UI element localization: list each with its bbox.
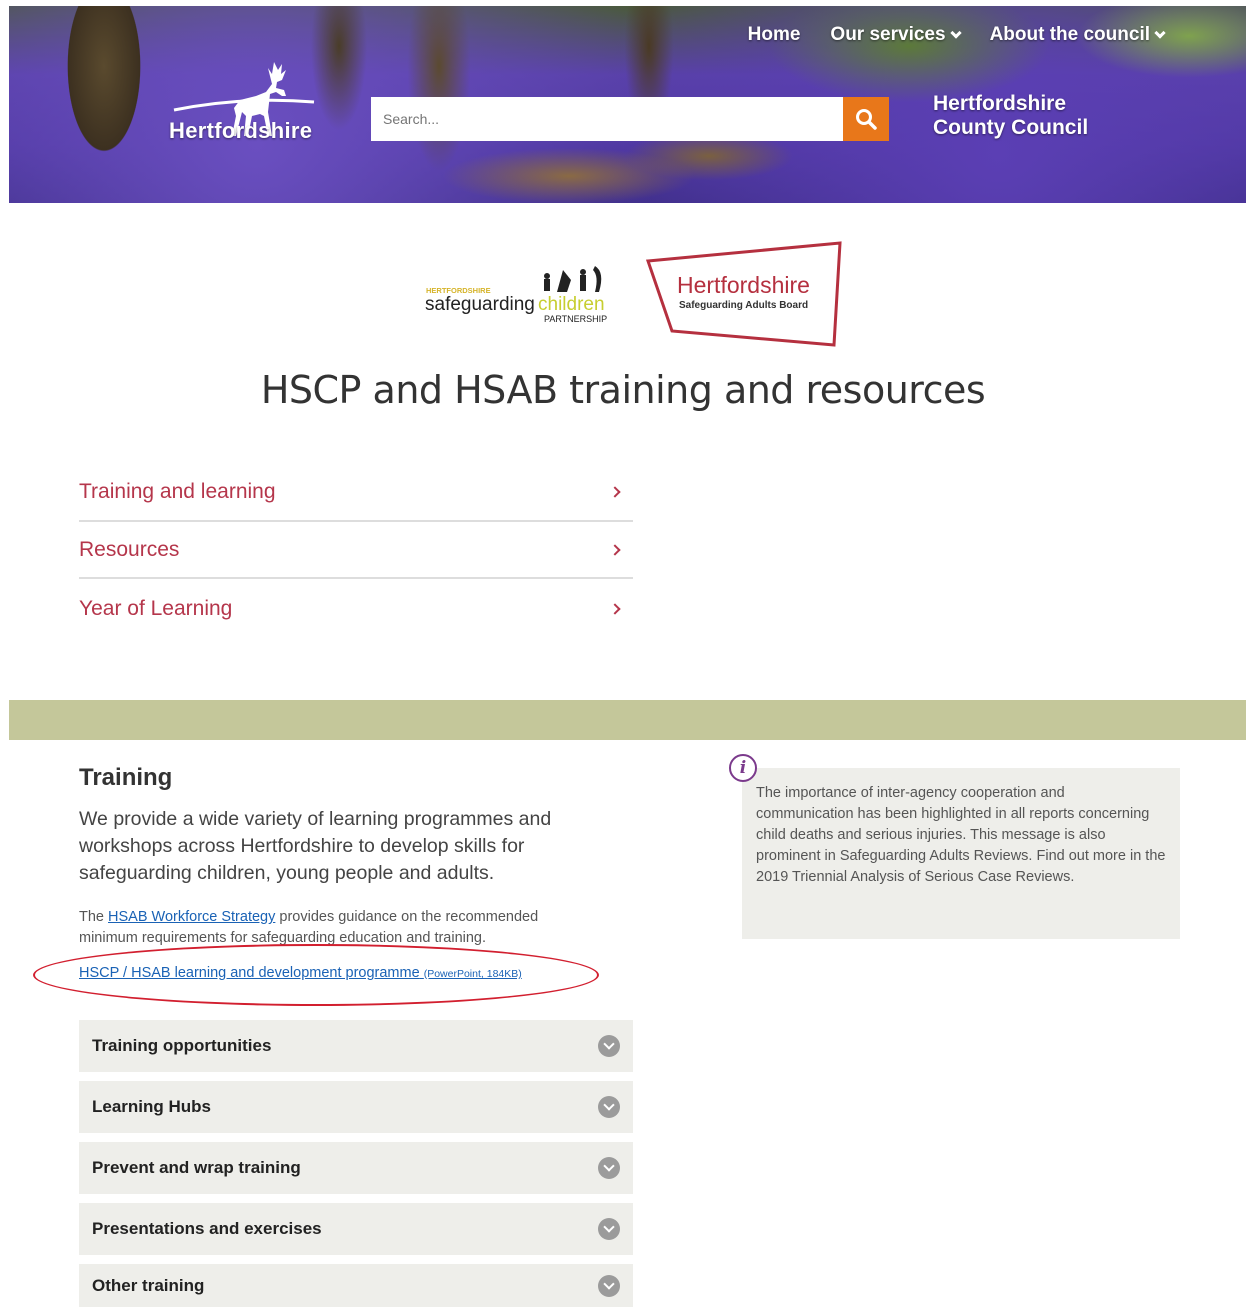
expand-chevron-icon[interactable] xyxy=(598,1096,620,1118)
accordion-label: Other training xyxy=(92,1275,205,1295)
chevron-right-icon xyxy=(609,543,621,556)
council-name-line1: Hertfordshire xyxy=(933,92,1067,115)
chevron-down-icon xyxy=(949,27,962,39)
header-banner: Home Our services About the council Hert… xyxy=(9,6,1246,203)
page-title: HSCP and HSAB training and resources xyxy=(260,368,986,412)
hsab-workforce-strategy-link[interactable]: HSAB Workforce Strategy xyxy=(108,909,275,925)
hscp-main-text-2: children xyxy=(538,294,605,315)
hscp-main-text-1: safeguarding xyxy=(425,294,535,315)
download-link-meta: (PowerPoint, 184KB) xyxy=(423,968,522,980)
search-icon xyxy=(856,109,877,130)
logo-text: Hertfordshire xyxy=(169,118,313,143)
accordion-label: Presentations and exercises xyxy=(92,1219,322,1238)
hsab-subtitle: Safeguarding Adults Board xyxy=(679,300,808,311)
info-callout: The importance of inter-agency cooperati… xyxy=(742,768,1180,939)
accordion-training-opportunities[interactable]: Training opportunities xyxy=(79,1020,633,1072)
accordion-label: Learning Hubs xyxy=(92,1097,212,1116)
nav-list-item-year-of-learning[interactable]: Year of Learning xyxy=(79,579,633,639)
note-prefix: The xyxy=(79,909,109,925)
expand-chevron-icon[interactable] xyxy=(598,1157,620,1179)
expand-chevron-icon[interactable] xyxy=(598,1274,620,1297)
nav-home-label: Home xyxy=(747,24,801,45)
download-link-label: HSCP / HSAB learning and development pro… xyxy=(79,965,420,981)
section-divider-band xyxy=(9,700,1246,740)
chevron-right-icon xyxy=(609,603,621,615)
accordion-label: Training opportunities xyxy=(92,1036,272,1055)
hscp-sub-text: PARTNERSHIP xyxy=(544,314,607,324)
top-nav: Home Our services About the council xyxy=(748,24,1166,46)
nav-our-services[interactable]: Our services xyxy=(830,24,962,46)
hsab-logo: Hertfordshire Safeguarding Adults Board xyxy=(646,241,842,347)
nav-list-item-training-and-learning[interactable]: Training and learning xyxy=(79,462,633,522)
council-name[interactable]: Hertfordshire County Council xyxy=(933,92,1088,140)
accordion-label: Prevent and wrap training xyxy=(92,1158,301,1177)
training-heading: Training xyxy=(79,764,173,791)
accordion-learning-hubs[interactable]: Learning Hubs xyxy=(79,1081,633,1133)
hscp-logo: HERTFORDSHIRE safeguarding children PART… xyxy=(425,266,607,324)
search-button[interactable] xyxy=(843,97,889,141)
expand-chevron-icon[interactable] xyxy=(598,1218,620,1240)
training-intro: We provide a wide variety of learning pr… xyxy=(79,808,552,884)
search-input[interactable] xyxy=(371,97,843,141)
section-nav-list: Training and learning Resources Year of … xyxy=(79,462,633,639)
chevron-right-icon xyxy=(609,486,621,498)
workforce-note: The HSAB Workforce Strategy provides gui… xyxy=(79,907,599,949)
hsab-title: Hertfordshire xyxy=(677,272,810,298)
info-callout-text: The importance of inter-agency cooperati… xyxy=(756,785,1166,885)
chevron-down-icon xyxy=(1154,27,1166,39)
nav-home[interactable]: Home xyxy=(748,24,801,46)
nav-list-label: Resources xyxy=(79,537,180,561)
expand-chevron-icon[interactable] xyxy=(598,1035,620,1057)
council-name-line2: County Council xyxy=(933,116,1089,139)
accordion-presentations-and-exercises[interactable]: Presentations and exercises xyxy=(79,1203,633,1255)
nav-list-label: Year of Learning xyxy=(79,597,233,620)
nav-list-label: Training and learning xyxy=(79,480,276,503)
accordion-list: Training opportunities Learning Hubs Pre… xyxy=(79,1020,633,1307)
info-icon: i xyxy=(729,754,757,782)
nav-our-services-label: Our services xyxy=(830,24,946,45)
accordion-other-training[interactable]: Other training xyxy=(79,1264,633,1307)
accordion-prevent-and-wrap-training[interactable]: Prevent and wrap training xyxy=(79,1142,633,1194)
nav-list-item-resources[interactable]: Resources xyxy=(79,522,633,579)
learning-programme-download-link[interactable]: HSCP / HSAB learning and development pro… xyxy=(79,965,522,981)
nav-about-the-council[interactable]: About the council xyxy=(989,24,1166,46)
nav-about-label: About the council xyxy=(989,24,1150,45)
